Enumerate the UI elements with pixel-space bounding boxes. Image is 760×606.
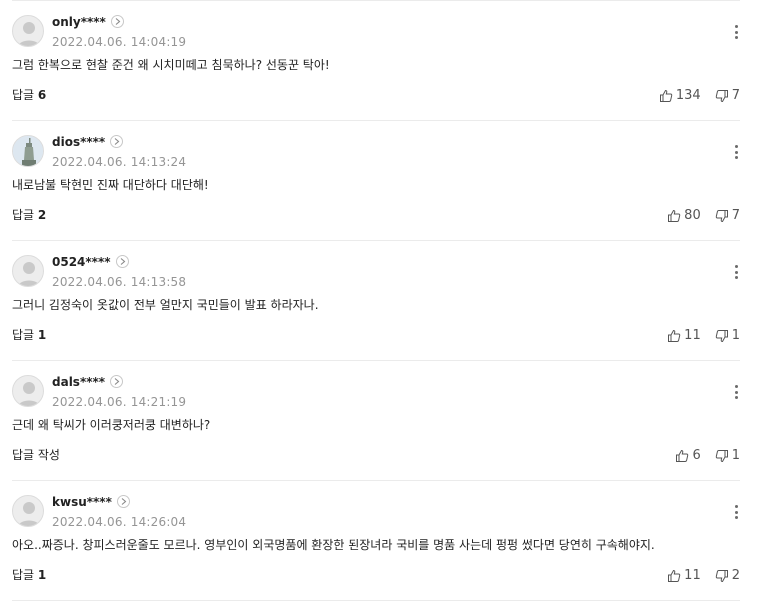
thumbs-down-icon — [715, 209, 728, 222]
dislike-count: 7 — [731, 88, 740, 103]
thumbs-up-icon — [668, 209, 681, 222]
timestamp: 2022.04.06. 14:13:58 — [52, 275, 187, 289]
timestamp: 2022.04.06. 14:13:24 — [52, 155, 187, 169]
reaction-actions: 134 7 — [659, 88, 740, 103]
dislike-button[interactable]: 1 — [715, 328, 740, 343]
thumbs-down-icon — [715, 89, 728, 102]
dislike-button[interactable]: 1 — [715, 448, 740, 463]
reaction-actions: 6 1 — [675, 448, 740, 463]
avatar[interactable] — [12, 135, 44, 167]
like-count: 11 — [684, 328, 701, 343]
avatar[interactable] — [12, 15, 44, 47]
like-button[interactable]: 80 — [667, 208, 701, 223]
like-button[interactable]: 6 — [675, 448, 701, 463]
avatar[interactable] — [12, 255, 44, 287]
thumbs-down-icon — [715, 329, 728, 342]
comment-item: 0524**** 2022.04.06. 14:13:58 그러니 김정숙이 옷… — [12, 241, 740, 361]
like-button[interactable]: 11 — [667, 328, 701, 343]
author-nickname[interactable]: dios**** — [52, 135, 124, 149]
dislike-count: 2 — [731, 568, 740, 583]
comment-text: 그럼 한복으로 현찰 준건 왜 시치미떼고 침묵하나? 선동꾼 탁아! — [12, 58, 330, 72]
author-nickname[interactable]: kwsu**** — [52, 495, 130, 509]
author-nickname[interactable]: 0524**** — [52, 255, 129, 269]
like-count: 80 — [684, 208, 701, 223]
chevron-right-icon[interactable] — [115, 255, 129, 268]
chevron-right-icon[interactable] — [110, 375, 124, 388]
thumbs-down-icon — [715, 449, 728, 462]
dislike-count: 1 — [731, 328, 740, 343]
comment-item: dals**** 2022.04.06. 14:21:19 근데 왜 탁씨가 이… — [12, 361, 740, 481]
reaction-actions: 11 2 — [667, 568, 740, 583]
comment-text: 내로남불 탁현민 진짜 대단하다 대단해! — [12, 178, 209, 192]
reply-count: 6 — [37, 88, 47, 102]
chevron-right-icon[interactable] — [110, 135, 124, 148]
chevron-right-icon[interactable] — [110, 15, 124, 28]
kebab-menu-icon[interactable] — [732, 385, 740, 399]
comment-item: dios**** 2022.04.06. 14:13:24 내로남불 탁현민 진… — [12, 121, 740, 241]
reply-button[interactable]: 답글 작성 — [12, 446, 60, 463]
divider — [12, 600, 740, 601]
like-button[interactable]: 134 — [659, 88, 701, 103]
comment-text: 그러니 김정숙이 옷값이 전부 얼만지 국민들이 발표 하라자나. — [12, 298, 319, 312]
reply-button[interactable]: 답글 1 — [12, 566, 46, 583]
like-button[interactable]: 11 — [667, 568, 701, 583]
kebab-menu-icon[interactable] — [732, 265, 740, 279]
thumbs-up-icon — [659, 89, 673, 102]
author-nickname[interactable]: only**** — [52, 15, 124, 29]
like-count: 11 — [684, 568, 701, 583]
reaction-actions: 11 1 — [667, 328, 740, 343]
thumbs-up-icon — [676, 449, 689, 462]
comment-text: 아오..짜증나. 창피스러운줄도 모르나. 영부인이 외국명품에 환장한 된장녀… — [12, 538, 655, 552]
reply-count: 1 — [37, 568, 47, 582]
timestamp: 2022.04.06. 14:26:04 — [52, 515, 187, 529]
reaction-actions: 80 7 — [667, 208, 740, 223]
comment-item: only**** 2022.04.06. 14:04:19 그럼 한복으로 현찰… — [12, 1, 740, 121]
like-count: 134 — [675, 88, 701, 103]
reply-count: 1 — [37, 328, 47, 342]
reply-button[interactable]: 답글 6 — [12, 86, 46, 103]
dislike-button[interactable]: 7 — [715, 88, 740, 103]
chevron-right-icon[interactable] — [116, 495, 130, 508]
comment-text: 근데 왜 탁씨가 이러쿵저러쿵 대변하나? — [12, 418, 211, 432]
reply-button[interactable]: 답글 1 — [12, 326, 46, 343]
dislike-button[interactable]: 7 — [715, 208, 740, 223]
reply-button[interactable]: 답글 2 — [12, 206, 46, 223]
avatar[interactable] — [12, 375, 44, 407]
thumbs-up-icon — [668, 569, 681, 582]
kebab-menu-icon[interactable] — [732, 145, 740, 159]
thumbs-down-icon — [715, 569, 728, 582]
dislike-button[interactable]: 2 — [715, 568, 740, 583]
author-nickname[interactable]: dals**** — [52, 375, 124, 389]
like-count: 6 — [692, 448, 701, 463]
timestamp: 2022.04.06. 14:04:19 — [52, 35, 187, 49]
kebab-menu-icon[interactable] — [732, 25, 740, 39]
avatar[interactable] — [12, 495, 44, 527]
comment-item: kwsu**** 2022.04.06. 14:26:04 아오..짜증나. 창… — [12, 481, 740, 601]
dislike-count: 7 — [731, 208, 740, 223]
timestamp: 2022.04.06. 14:21:19 — [52, 395, 187, 409]
dislike-count: 1 — [731, 448, 740, 463]
kebab-menu-icon[interactable] — [732, 505, 740, 519]
thumbs-up-icon — [668, 329, 681, 342]
reply-count: 2 — [37, 208, 47, 222]
